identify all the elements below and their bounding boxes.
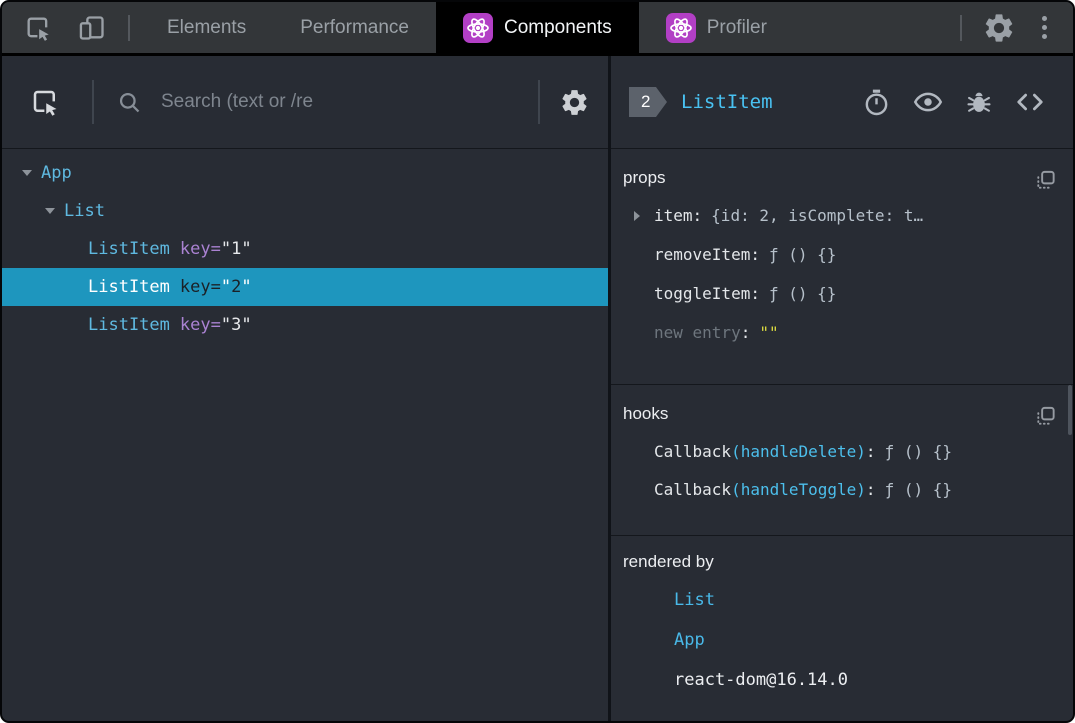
tab-label: Performance	[300, 16, 409, 38]
tree-item-listitem-3[interactable]: ListItem key="3"	[2, 306, 608, 344]
inspect-element-icon[interactable]	[24, 14, 52, 42]
key-attribute: key="2"	[179, 277, 252, 297]
tab-components[interactable]: Components	[435, 2, 639, 53]
owner-link-app[interactable]: App	[621, 620, 1059, 660]
search-input[interactable]	[159, 90, 538, 114]
tree-item-listitem-2-selected[interactable]: ListItem key="2"	[2, 268, 608, 306]
prop-row-toggleitem[interactable]: toggleItem: ƒ () {}	[621, 274, 1059, 313]
tree-item-app[interactable]: App	[2, 154, 608, 192]
owner-link-list[interactable]: List	[621, 580, 1059, 620]
prop-value: {id: 2, isComplete: t…	[711, 206, 924, 225]
prop-name: removeItem	[654, 245, 751, 264]
colon: :	[740, 323, 751, 342]
prop-row-removeitem[interactable]: removeItem: ƒ () {}	[621, 235, 1059, 274]
colon: :	[750, 284, 760, 303]
stopwatch-icon[interactable]	[862, 88, 891, 117]
inspect-component-icon[interactable]	[30, 87, 60, 117]
copy-icon[interactable]	[1034, 169, 1057, 192]
hook-row-handletoggle[interactable]: Callback (handleToggle): ƒ () {}	[621, 470, 1059, 508]
tree-item-list[interactable]: List	[2, 192, 608, 230]
tree-toolbar	[2, 56, 608, 149]
details-pane: 2 ListItem props item: {id: 2, isComple…	[611, 56, 1073, 721]
colon: :	[750, 245, 760, 264]
view-source-icon[interactable]	[1015, 87, 1045, 117]
hook-type: Callback	[654, 479, 732, 499]
tab-performance[interactable]: Performance	[273, 2, 436, 53]
selected-component-title: ListItem	[681, 91, 773, 113]
settings-gear-icon[interactable]	[559, 87, 590, 118]
toolbar-divider	[538, 80, 540, 124]
toolbar-divider	[128, 14, 130, 41]
component-name: ListItem	[88, 315, 170, 335]
tab-profiler[interactable]: Profiler	[639, 2, 794, 53]
tab-elements[interactable]: Elements	[140, 2, 273, 53]
owner-index-badge: 2	[629, 87, 667, 117]
hook-row-handledelete[interactable]: Callback (handleDelete): ƒ () {}	[621, 432, 1059, 470]
expand-arrow-icon[interactable]	[45, 208, 55, 214]
tab-label: Profiler	[706, 16, 767, 38]
scrollbar-thumb[interactable]	[1068, 385, 1072, 435]
details-header: 2 ListItem	[611, 56, 1073, 149]
settings-gear-icon[interactable]	[982, 11, 1016, 45]
toolbar-divider	[92, 80, 94, 124]
tree-pane: App List ListItem key="1" ListItem key="…	[2, 56, 611, 721]
tab-label: Elements	[167, 16, 247, 38]
expand-arrow-icon[interactable]	[22, 170, 32, 176]
renderer-version: react-dom@16.14.0	[674, 670, 848, 690]
hooks-section-title: hooks	[623, 404, 669, 423]
colon: :	[865, 479, 876, 499]
prop-name: item	[654, 206, 693, 225]
hook-name: (handleToggle)	[731, 479, 866, 499]
toolbar-divider	[960, 14, 962, 41]
prop-value: ƒ () {}	[768, 284, 837, 303]
copy-icon[interactable]	[1034, 405, 1057, 428]
more-options-icon[interactable]	[1036, 14, 1053, 41]
devtools-window: Elements Performance Components Profiler…	[0, 0, 1075, 723]
tree-item-listitem-1[interactable]: ListItem key="1"	[2, 230, 608, 268]
prop-value: ƒ () {}	[768, 245, 837, 264]
prop-name: toggleItem	[654, 284, 751, 303]
key-attribute: key="1"	[179, 239, 252, 259]
hook-value: ƒ () {}	[884, 479, 952, 499]
colon: :	[865, 441, 876, 461]
hook-value: ƒ () {}	[884, 441, 952, 461]
expand-arrow-icon[interactable]	[634, 210, 646, 221]
device-toolbar-icon[interactable]	[78, 14, 106, 42]
component-name: ListItem	[88, 277, 170, 297]
tab-label: Components	[503, 16, 612, 38]
components-panel: App List ListItem key="1" ListItem key="…	[2, 56, 1073, 721]
component-tree: App List ListItem key="1" ListItem key="…	[2, 149, 608, 344]
devtools-tab-bar: Elements Performance Components Profiler	[2, 2, 1073, 56]
eye-icon[interactable]	[913, 87, 943, 117]
props-section-title: props	[623, 168, 666, 187]
new-entry-value[interactable]: ""	[759, 323, 778, 342]
rendered-by-section: rendered by List App react-dom@16.14.0	[611, 536, 1073, 721]
new-entry-name[interactable]: new entry	[654, 323, 741, 342]
colon: :	[692, 206, 703, 225]
hook-type: Callback	[654, 441, 732, 461]
hook-name: (handleDelete)	[731, 441, 866, 461]
rendered-by-title: rendered by	[623, 552, 714, 571]
prop-row-item[interactable]: item: {id: 2, isComplete: t…	[621, 196, 1059, 235]
react-logo-icon	[462, 12, 493, 43]
component-name: ListItem	[88, 239, 170, 259]
search-icon	[116, 89, 143, 116]
new-entry-row[interactable]: new entry: ""	[621, 313, 1059, 352]
hooks-section: hooks Callback (handleDelete): ƒ () {} Ca…	[611, 385, 1073, 536]
key-attribute: key="3"	[179, 315, 252, 335]
react-logo-icon	[665, 12, 696, 43]
component-name: App	[41, 163, 72, 183]
props-section: props item: {id: 2, isComplete: t… remov…	[611, 149, 1073, 385]
bug-icon[interactable]	[965, 88, 993, 116]
component-name: List	[64, 201, 105, 221]
